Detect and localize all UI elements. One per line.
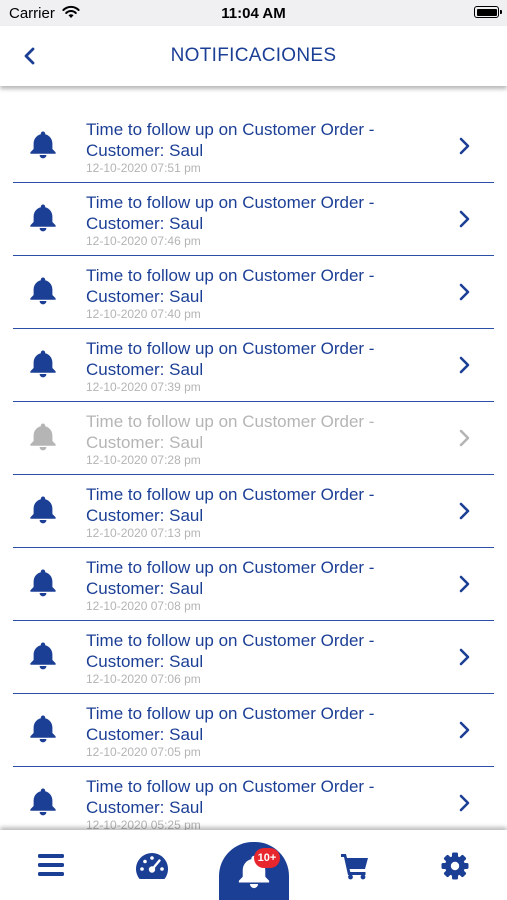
notification-time: 12-10-2020 07:51 pm (86, 161, 201, 175)
notification-time: 12-10-2020 07:28 pm (86, 453, 201, 467)
notification-time: 12-10-2020 07:13 pm (86, 526, 201, 540)
bell-icon (30, 204, 56, 232)
notification-item[interactable]: Time to follow up on Customer Order - Cu… (13, 694, 494, 767)
bell-icon (30, 569, 56, 597)
notification-title: Time to follow up on Customer Order - Cu… (86, 777, 375, 817)
bell-icon (30, 350, 56, 378)
tab-dashboard[interactable] (135, 852, 169, 885)
notification-title: Time to follow up on Customer Order - Cu… (86, 120, 375, 160)
notification-time: 12-10-2020 07:08 pm (86, 599, 201, 613)
cart-icon (341, 854, 368, 880)
tab-bar (0, 830, 507, 900)
chevron-right-icon (459, 283, 470, 301)
dashboard-icon (136, 853, 168, 879)
notification-item[interactable]: Time to follow up on Customer Order - Cu… (13, 329, 494, 402)
notification-count-badge: 10+ (254, 848, 280, 868)
notification-time: 12-10-2020 07:05 pm (86, 745, 201, 759)
chevron-right-icon (459, 502, 470, 520)
nav-bar: NOTIFICACIONES (0, 26, 507, 86)
bell-icon (30, 642, 56, 670)
chevron-right-icon (459, 210, 470, 228)
notification-item[interactable]: Time to follow up on Customer Order - Cu… (13, 183, 494, 256)
notification-title: Time to follow up on Customer Order - Cu… (86, 558, 375, 598)
notification-item[interactable]: Time to follow up on Customer Order - Cu… (13, 110, 494, 183)
chevron-right-icon (459, 356, 470, 374)
notification-item[interactable]: Time to follow up on Customer Order - Cu… (13, 402, 494, 475)
notification-title: Time to follow up on Customer Order - Cu… (86, 631, 375, 671)
chevron-right-icon (459, 648, 470, 666)
chevron-right-icon (459, 575, 470, 593)
notification-time: 12-10-2020 07:06 pm (86, 672, 201, 686)
chevron-right-icon (459, 721, 470, 739)
status-time: 11:04 AM (221, 5, 286, 22)
bell-icon (30, 131, 56, 159)
notification-time: 12-10-2020 07:39 pm (86, 380, 201, 394)
notification-item[interactable]: Time to follow up on Customer Order - Cu… (13, 548, 494, 621)
bell-icon (30, 423, 56, 451)
tab-settings[interactable] (441, 852, 469, 885)
notification-title: Time to follow up on Customer Order - Cu… (86, 339, 375, 379)
notification-title: Time to follow up on Customer Order - Cu… (86, 704, 375, 744)
bell-icon (30, 277, 56, 305)
notification-item[interactable]: Time to follow up on Customer Order - Cu… (13, 621, 494, 694)
notification-time: 12-10-2020 07:40 pm (86, 307, 201, 321)
tab-cart[interactable] (340, 852, 370, 885)
gear-icon (441, 852, 469, 880)
bell-icon (30, 496, 56, 524)
chevron-right-icon (459, 137, 470, 155)
chevron-right-icon (459, 429, 470, 447)
notification-title: Time to follow up on Customer Order - Cu… (86, 412, 375, 452)
tab-notifications[interactable] (219, 842, 289, 900)
notification-time: 12-10-2020 07:46 pm (86, 234, 201, 248)
menu-icon (38, 854, 64, 876)
notification-item[interactable]: Time to follow up on Customer Order - Cu… (13, 256, 494, 329)
notification-title: Time to follow up on Customer Order - Cu… (86, 485, 375, 525)
status-bar: Carrier 11:04 AM (0, 0, 507, 26)
notification-title: Time to follow up on Customer Order - Cu… (86, 266, 375, 306)
tab-menu[interactable] (37, 852, 65, 883)
battery-icon (474, 6, 502, 18)
chevron-right-icon (459, 794, 470, 812)
bell-icon (30, 715, 56, 743)
notification-title: Time to follow up on Customer Order - Cu… (86, 193, 375, 233)
notification-list: Time to follow up on Customer Order - Cu… (13, 110, 494, 840)
page-title: NOTIFICACIONES (170, 45, 337, 66)
notification-item[interactable]: Time to follow up on Customer Order - Cu… (13, 475, 494, 548)
bell-icon (30, 788, 56, 816)
